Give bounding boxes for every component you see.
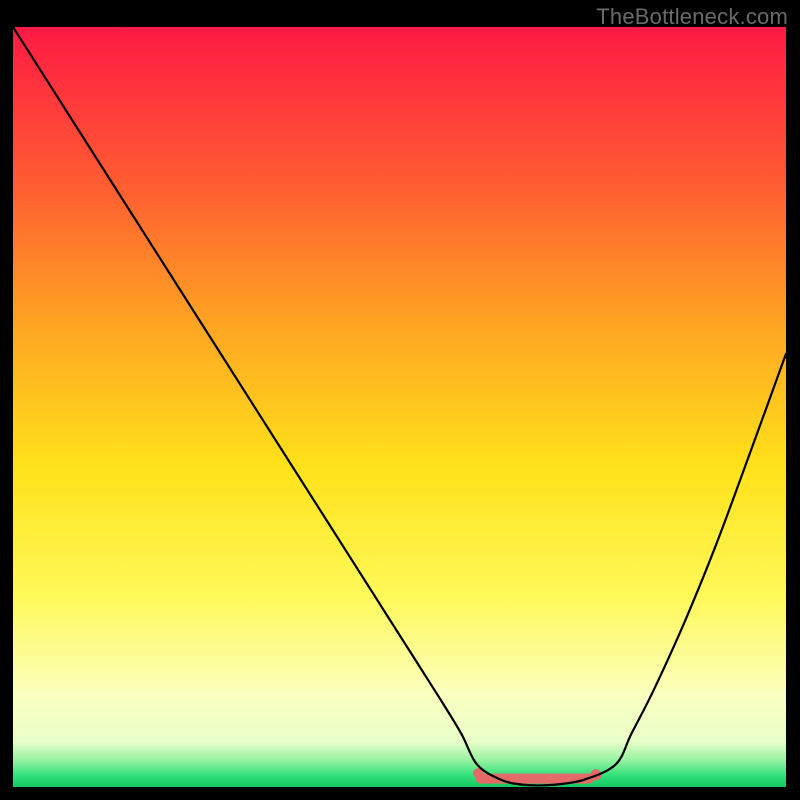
gradient-background [13,27,786,787]
bottleneck-chart [0,0,800,800]
chart-stage: TheBottleneck.com [0,0,800,800]
watermark-text: TheBottleneck.com [596,4,788,30]
